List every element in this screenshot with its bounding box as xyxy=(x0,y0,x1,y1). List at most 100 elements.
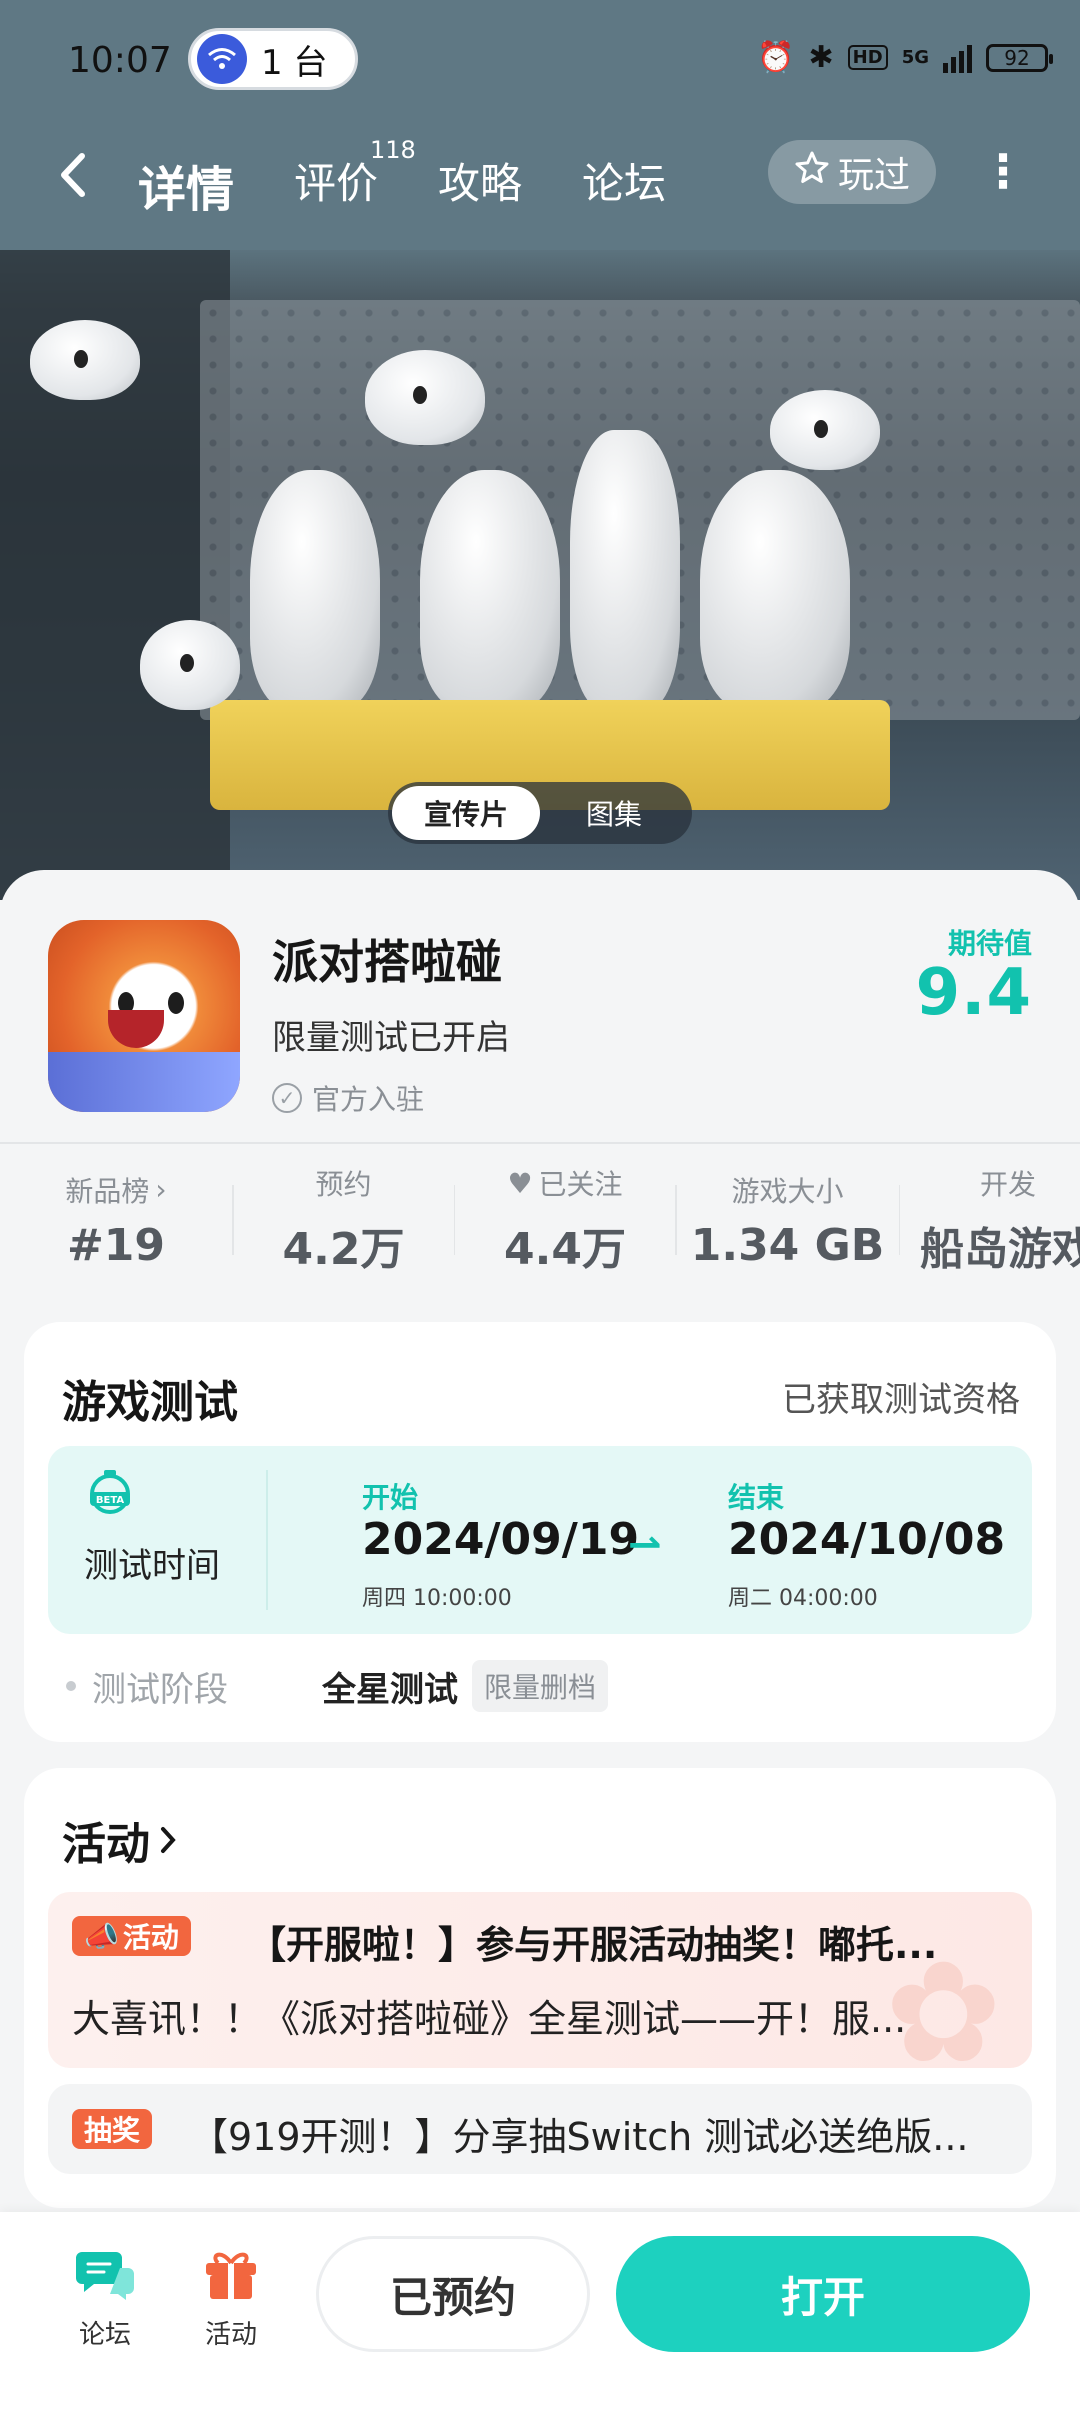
stat-developer[interactable]: 开发 船岛游戏 xyxy=(900,1160,1080,1280)
panel-divider xyxy=(266,1470,268,1610)
stat-game-size: 游戏大小 1.34 GB xyxy=(677,1160,899,1280)
hero-video[interactable]: 10:07 1 台 ⏰ ✱ HD 5G 92 详情 评价 118 攻略 论坛 玩… xyxy=(0,0,1080,900)
activities-card: 活动 ✿ 📣 活动 【开服啦！】参与开服活动抽奖！嘟托... 大喜讯！！《派对搭… xyxy=(24,1768,1056,2208)
tab-details[interactable]: 详情 xyxy=(133,150,239,220)
battery-level: 92 xyxy=(1004,45,1030,70)
device-count: 1 台 xyxy=(261,42,328,83)
played-label: 玩过 xyxy=(837,155,910,196)
signal-icon xyxy=(943,43,972,73)
hero-figure xyxy=(700,470,850,710)
beta-label: BETA xyxy=(96,1495,124,1506)
hero-ghost xyxy=(30,320,140,400)
reserved-button[interactable]: 已预约 xyxy=(316,2236,590,2352)
game-app-icon xyxy=(48,920,240,1112)
wifi-icon xyxy=(197,34,247,84)
bullet-dot xyxy=(66,1681,76,1691)
hd-icon: HD xyxy=(847,45,888,70)
official-label: 官方入驻 xyxy=(312,1083,425,1116)
star-icon xyxy=(794,150,830,195)
phase-label: 测试阶段 xyxy=(92,1669,228,1710)
activity-label: 活动 xyxy=(204,2320,257,2350)
top-nav: 详情 评价 118 攻略 论坛 玩过 ⋮ xyxy=(0,130,1080,230)
stat-label: 已关注 xyxy=(538,1168,623,1201)
phase-value: 全星测试 xyxy=(322,1669,458,1710)
stat-label: 预约 xyxy=(315,1168,372,1201)
icon-eye xyxy=(168,992,184,1014)
tab-details-label: 详情 xyxy=(138,162,235,218)
back-icon[interactable] xyxy=(58,150,88,213)
activity-tag-label: 活动 xyxy=(122,1921,179,1954)
open-button[interactable]: 打开 xyxy=(616,2236,1030,2352)
test-qualification-status: 已获取测试资格 xyxy=(782,1380,1020,1420)
megaphone-icon: 📣 xyxy=(84,1919,119,1953)
activity-body: 大喜讯！！《派对搭啦碰》全星测试——开！服... xyxy=(72,1997,907,2041)
stat-value: 4.4万 xyxy=(504,1224,626,1275)
test-time-panel: BETA 测试时间 开始 2024/09/19 周四 10:00:00 ⇀ 结束… xyxy=(48,1446,1032,1634)
activity-button[interactable]: 活动 xyxy=(176,2242,286,2351)
activities-header[interactable]: 活动 xyxy=(62,1808,178,1872)
tab-forum[interactable]: 论坛 xyxy=(582,150,666,211)
tab-reviews[interactable]: 评价 xyxy=(294,150,378,211)
icon-base xyxy=(48,1052,240,1112)
check-icon: ✓ xyxy=(272,1083,302,1113)
stat-label: 新品榜 xyxy=(65,1174,150,1208)
stat-follows[interactable]: ♥ 已关注 4.4万 xyxy=(455,1160,675,1280)
status-time: 10:07 xyxy=(68,40,172,81)
divider xyxy=(0,1142,1080,1144)
hero-ghost xyxy=(770,390,880,470)
chevron-right-icon xyxy=(158,1815,178,1866)
stat-value: 4.2万 xyxy=(282,1224,405,1275)
bluetooth-icon: ✱ xyxy=(808,40,834,75)
end-label: 结束 xyxy=(728,1481,785,1514)
bottom-action-bar: 论坛 活动 已预约 打开 xyxy=(0,2212,1080,2412)
more-options-icon[interactable]: ⋮ xyxy=(980,144,1026,198)
test-time-label: 测试时间 xyxy=(84,1546,220,1586)
phase-tag: 限量删档 xyxy=(472,1660,609,1712)
game-test-card: 游戏测试 已获取测试资格 BETA 测试时间 开始 2024/09/19 周四 … xyxy=(24,1322,1056,1742)
icon-mouth xyxy=(108,1010,164,1048)
network-type: 5G xyxy=(901,47,929,68)
expect-score: 9.4 xyxy=(915,956,1032,1030)
activity-tag: 📣 活动 xyxy=(72,1916,191,1956)
gift-icon xyxy=(200,2242,262,2304)
lottery-tag: 抽奖 xyxy=(72,2109,153,2149)
start-label: 开始 xyxy=(362,1481,419,1514)
activity-headline: 【919开测！】分享抽Switch 测试必送绝版... xyxy=(190,2115,969,2159)
start-time: 周四 10:00:00 xyxy=(362,1586,512,1611)
tab-guides[interactable]: 攻略 xyxy=(438,150,522,211)
activities-title: 活动 xyxy=(62,1819,150,1870)
media-toggle: 宣传片 图集 xyxy=(388,782,692,844)
activity-item[interactable]: 抽奖 【919开测！】分享抽Switch 测试必送绝版... xyxy=(48,2084,1032,2174)
tab-gallery[interactable]: 图集 xyxy=(540,786,688,840)
end-time: 周二 04:00:00 xyxy=(728,1586,878,1611)
activity-headline: 【开服啦！】参与开服活动抽奖！嘟托... xyxy=(248,1923,938,1967)
tab-trailer[interactable]: 宣传片 xyxy=(392,786,540,840)
stat-value: 船岛游戏 xyxy=(920,1224,1080,1275)
official-badge[interactable]: ✓ 官方入驻 xyxy=(272,1078,424,1118)
stat-label: 开发 xyxy=(980,1168,1037,1201)
hero-ghost xyxy=(140,620,240,710)
alarm-icon: ⏰ xyxy=(757,40,795,75)
heart-icon: ♥ xyxy=(507,1166,533,1200)
forum-chat-icon xyxy=(74,2242,136,2304)
game-subtitle: 限量测试已开启 xyxy=(272,1018,510,1058)
game-title: 派对搭啦碰 xyxy=(272,935,502,989)
device-pill[interactable]: 1 台 xyxy=(188,28,358,90)
hero-figure xyxy=(420,470,560,710)
stat-label: 游戏大小 xyxy=(731,1174,844,1208)
end-date: 2024/10/08 xyxy=(728,1514,1006,1565)
chevron-right-icon: › xyxy=(155,1173,167,1206)
stat-new-ranking[interactable]: 新品榜 › #19 xyxy=(0,1160,232,1280)
arrow-right-icon: ⇀ xyxy=(628,1522,662,1568)
played-button[interactable]: 玩过 xyxy=(768,140,936,204)
stats-row: 新品榜 › #19 预约 4.2万 ♥ 已关注 4.4万 游戏大小 1.34 GB … xyxy=(0,1160,1080,1280)
review-count-badge: 118 xyxy=(370,136,416,164)
stat-value: 1.34 GB xyxy=(690,1219,885,1271)
hero-ghost xyxy=(365,350,485,445)
stat-reservations: 预约 4.2万 xyxy=(234,1160,454,1280)
stat-value: #19 xyxy=(66,1219,166,1271)
test-title: 游戏测试 xyxy=(62,1377,238,1428)
forum-label: 论坛 xyxy=(78,2320,131,2350)
activity-item[interactable]: ✿ 📣 活动 【开服啦！】参与开服活动抽奖！嘟托... 大喜讯！！《派对搭啦碰》… xyxy=(48,1892,1032,2068)
forum-button[interactable]: 论坛 xyxy=(50,2242,160,2351)
